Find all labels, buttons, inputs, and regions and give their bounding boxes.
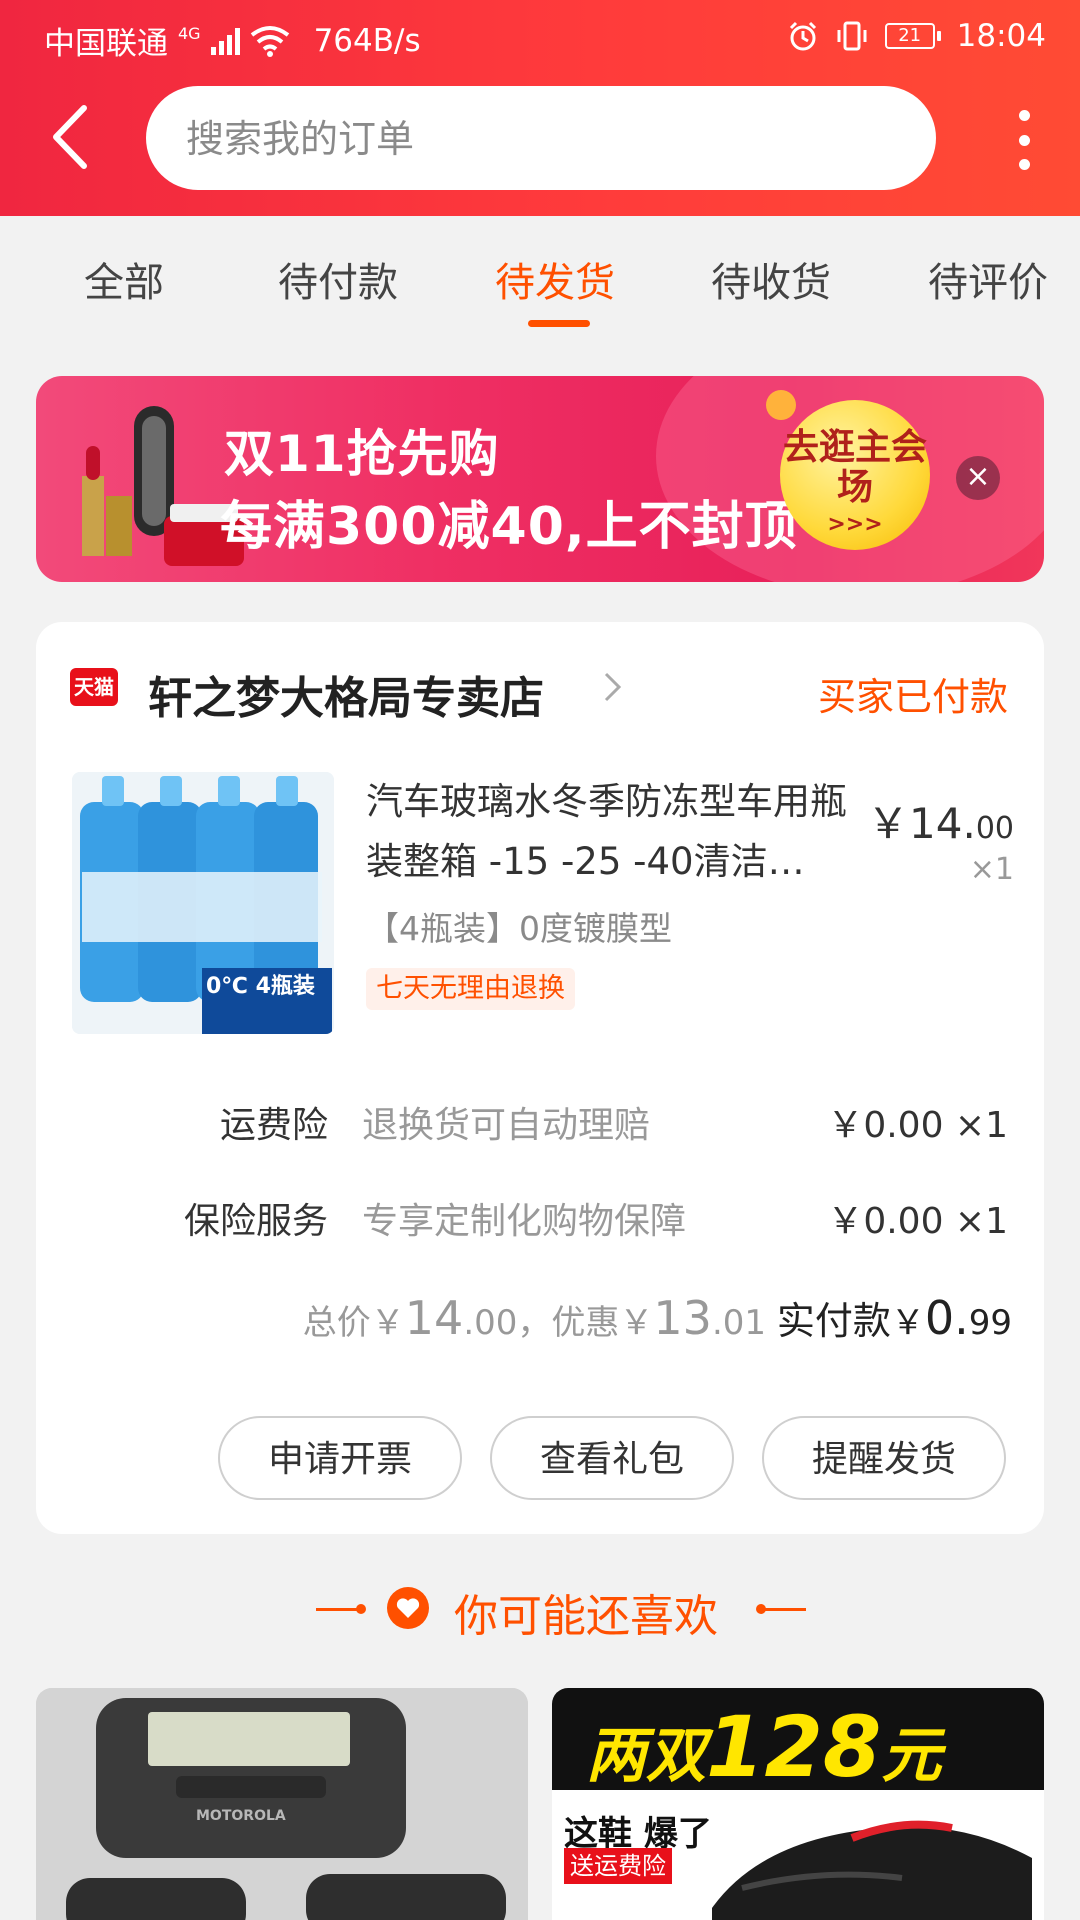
nav-bar	[0, 80, 1080, 200]
banner-cta-button[interactable]: 去逛主会场 >>>	[780, 400, 930, 550]
status-bar: 中国联通 4G 764B/s 21 18:04	[0, 0, 1080, 76]
active-tab-indicator	[528, 320, 590, 327]
carrier-label: 中国联通	[44, 26, 168, 62]
banner-title: 双11抢先购	[224, 425, 500, 483]
network-speed: 764B/s	[313, 22, 421, 59]
view-gift-pack-button[interactable]: 查看礼包	[490, 1416, 734, 1500]
wifi-icon	[250, 25, 289, 57]
remind-shipment-button[interactable]: 提醒发货	[762, 1416, 1006, 1500]
alarm-icon	[789, 21, 816, 51]
tab-pending-review[interactable]: 待评价	[928, 250, 1048, 308]
network-type: 4G	[178, 24, 201, 43]
battery-icon: 21	[884, 23, 941, 49]
shoe-promo-banner: 两双128元	[552, 1688, 1044, 1796]
banner-subtitle: 每满300减40,上不封顶	[220, 497, 798, 557]
return-policy-badge: 七天无理由退换	[366, 968, 575, 1010]
heart-icon	[387, 1587, 429, 1629]
recommend-item-pager[interactable]: MOTOROLA	[36, 1688, 528, 1920]
banner-cta-arrows: >>>	[827, 512, 883, 537]
more-options-icon[interactable]	[1014, 110, 1034, 170]
recommend-title: 你可能还喜欢	[454, 1591, 718, 1642]
vibrate-icon	[837, 21, 867, 51]
promo-banner[interactable]: 双11抢先购 每满300减40,上不封顶 去逛主会场 >>> ×	[36, 376, 1044, 582]
service-row-insurance[interactable]: 保险服务 专享定制化购物保障 ￥0.00 ×1	[36, 1184, 1044, 1244]
product-sku: 【4瓶装】0度镀膜型	[366, 909, 672, 948]
order-status: 买家已付款	[817, 675, 1008, 719]
shop-header[interactable]: 天猫 轩之梦大格局专卖店 买家已付款	[36, 622, 1044, 752]
product-thumbnail[interactable]: 0℃ 4瓶装	[72, 772, 334, 1034]
tab-all[interactable]: 全部	[84, 250, 164, 308]
tab-pending-shipment[interactable]: 待发货	[495, 250, 615, 308]
thumbnail-label: 0℃ 4瓶装	[206, 974, 315, 999]
product-price: ￥14.00	[867, 799, 1014, 848]
tab-pending-payment[interactable]: 待付款	[278, 250, 398, 308]
search-box[interactable]	[146, 86, 936, 192]
tab-pending-receipt[interactable]: 待收货	[711, 250, 831, 308]
back-icon[interactable]	[48, 102, 108, 172]
banner-cta-label: 去逛主会场	[782, 427, 927, 508]
chevron-right-icon	[604, 672, 622, 702]
tmall-logo-icon: 天猫	[70, 668, 118, 706]
header: 中国联通 4G 764B/s 21 18:04 搜索我的订单	[0, 0, 1080, 216]
banner-close-icon[interactable]: ×	[956, 456, 1000, 500]
order-tabs: 全部 待付款 待发货 待收货 待评价	[0, 216, 1080, 336]
shoe-promo-badge: 送运费险	[564, 1848, 672, 1884]
signal-icon	[210, 27, 240, 55]
recommend-header: 你可能还喜欢	[0, 1572, 1080, 1642]
order-total-summary: 总价￥14.00，优惠￥13.01 实付款￥0.99	[302, 1291, 1012, 1345]
order-card: 天猫 轩之梦大格局专卖店 买家已付款 0℃ 4瓶装 汽车玻璃水冬季防冻型车用瓶装…	[36, 622, 1044, 1534]
product-title[interactable]: 汽车玻璃水冬季防冻型车用瓶装整箱 -15 -25 -40清洁…	[366, 772, 866, 892]
product-quantity: ×1	[969, 852, 1014, 887]
battery-level: 21	[884, 23, 935, 49]
search-input[interactable]	[184, 86, 888, 192]
pager-brand-label: MOTOROLA	[196, 1808, 286, 1824]
service-row-shipping-insurance[interactable]: 运费险 退换货可自动理赔 ￥0.00 ×1	[36, 1088, 1044, 1148]
request-invoice-button[interactable]: 申请开票	[218, 1416, 462, 1500]
clock: 18:04	[956, 18, 1046, 54]
pager-product-image	[36, 1688, 528, 1920]
shoe-product-image	[712, 1820, 1032, 1920]
shop-name[interactable]: 轩之梦大格局专卖店	[148, 662, 544, 726]
recommend-item-shoes[interactable]: 两双128元 这鞋 爆了 送运费险	[552, 1688, 1044, 1920]
